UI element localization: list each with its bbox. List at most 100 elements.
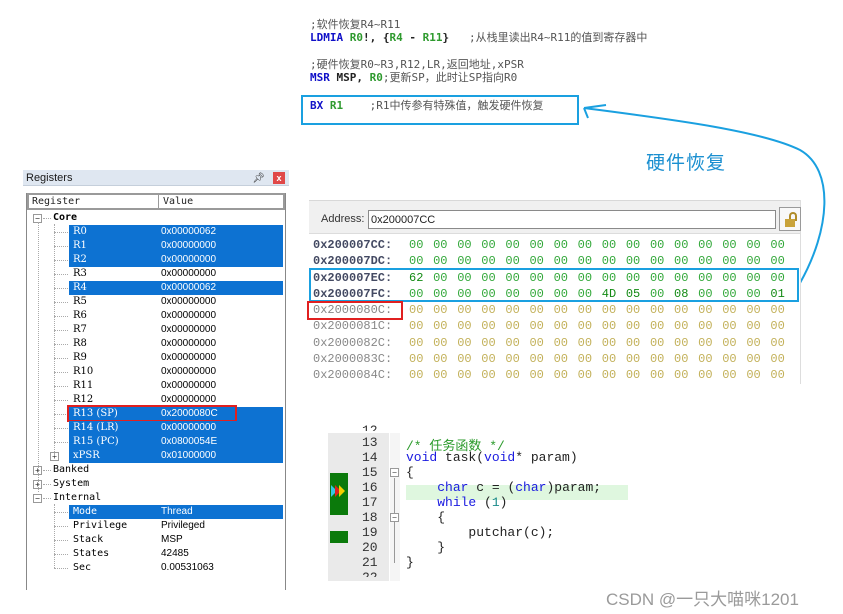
memory-byte[interactable]: 00 [722, 302, 746, 318]
memory-byte[interactable]: 00 [554, 237, 578, 253]
address-input[interactable] [368, 210, 776, 229]
register-value[interactable]: 0x00000000 [161, 421, 216, 435]
memory-byte[interactable]: 00 [650, 237, 674, 253]
code-line[interactable]: } [406, 540, 445, 555]
register-value[interactable]: 0x00000000 [161, 267, 216, 281]
memory-byte[interactable]: 00 [602, 351, 626, 367]
register-row[interactable]: Mode Thread [27, 505, 285, 519]
memory-byte[interactable]: 00 [578, 367, 602, 383]
fold-collapse-icon[interactable]: − [390, 513, 399, 522]
memory-byte[interactable]: 00 [770, 335, 794, 351]
memory-byte[interactable]: 00 [481, 318, 505, 334]
register-value[interactable]: 0x01000000 [161, 449, 216, 463]
memory-byte[interactable]: 00 [433, 351, 457, 367]
register-value[interactable]: Thread [161, 505, 193, 519]
code-line[interactable]: void task(void* param) [406, 450, 578, 465]
memory-byte[interactable]: 00 [626, 367, 650, 383]
memory-byte[interactable]: 00 [746, 318, 770, 334]
register-row[interactable]: R1 0x00000000 [27, 239, 285, 253]
memory-byte[interactable]: 00 [457, 318, 481, 334]
memory-byte[interactable]: 00 [578, 237, 602, 253]
memory-byte[interactable]: 00 [674, 351, 698, 367]
memory-byte[interactable]: 00 [722, 351, 746, 367]
memory-byte[interactable]: 00 [529, 367, 553, 383]
fold-collapse-icon[interactable]: − [390, 468, 399, 477]
code-line[interactable]: } [406, 555, 414, 570]
memory-byte[interactable]: 00 [481, 351, 505, 367]
memory-byte[interactable]: 00 [626, 302, 650, 318]
memory-byte[interactable]: 00 [722, 318, 746, 334]
pin-icon[interactable]: 📌︎ [252, 171, 265, 187]
memory-byte[interactable]: 00 [698, 335, 722, 351]
memory-byte[interactable]: 00 [409, 367, 433, 383]
register-row[interactable]: R11 0x00000000 [27, 379, 285, 393]
memory-byte[interactable]: 00 [626, 351, 650, 367]
register-row[interactable]: Sec 0.00531063 [27, 561, 285, 575]
memory-byte[interactable]: 00 [674, 335, 698, 351]
register-value[interactable]: 0x00000000 [161, 365, 216, 379]
memory-byte[interactable]: 00 [529, 351, 553, 367]
memory-byte[interactable]: 00 [505, 302, 529, 318]
memory-byte[interactable]: 00 [650, 367, 674, 383]
memory-byte[interactable]: 00 [457, 335, 481, 351]
memory-byte[interactable]: 00 [457, 351, 481, 367]
memory-byte[interactable]: 00 [602, 237, 626, 253]
memory-byte[interactable]: 00 [650, 351, 674, 367]
memory-byte[interactable]: 00 [409, 237, 433, 253]
register-row[interactable]: R0 0x00000062 [27, 225, 285, 239]
memory-byte[interactable]: 00 [433, 335, 457, 351]
code-line-current[interactable]: char c = (char)param; [406, 480, 601, 495]
memory-byte[interactable]: 00 [770, 318, 794, 334]
memory-byte[interactable]: 00 [433, 302, 457, 318]
column-value[interactable]: Value [159, 195, 283, 208]
memory-byte[interactable]: 00 [505, 237, 529, 253]
memory-byte[interactable]: 00 [578, 318, 602, 334]
register-group-core[interactable]: − Core [27, 211, 285, 225]
memory-byte[interactable]: 00 [481, 237, 505, 253]
memory-byte[interactable]: 00 [409, 351, 433, 367]
memory-byte[interactable]: 00 [722, 237, 746, 253]
memory-byte[interactable]: 00 [578, 335, 602, 351]
memory-byte[interactable]: 00 [674, 302, 698, 318]
register-value[interactable]: 0x00000000 [161, 337, 216, 351]
memory-byte[interactable]: 00 [457, 367, 481, 383]
memory-byte[interactable]: 00 [578, 302, 602, 318]
close-icon[interactable]: x [273, 172, 285, 184]
register-row[interactable]: + xPSR 0x01000000 [27, 449, 285, 463]
memory-byte[interactable]: 00 [578, 351, 602, 367]
memory-byte[interactable]: 00 [505, 335, 529, 351]
memory-byte[interactable]: 00 [698, 237, 722, 253]
memory-byte[interactable]: 00 [433, 318, 457, 334]
memory-byte[interactable]: 00 [457, 302, 481, 318]
register-value[interactable]: 0x00000000 [161, 239, 216, 253]
memory-byte[interactable]: 00 [746, 335, 770, 351]
register-value[interactable]: Privileged [161, 519, 205, 533]
register-row[interactable]: R4 0x00000062 [27, 281, 285, 295]
memory-byte[interactable]: 00 [770, 302, 794, 318]
memory-byte[interactable]: 00 [698, 318, 722, 334]
memory-byte[interactable]: 00 [674, 237, 698, 253]
memory-byte[interactable]: 00 [698, 302, 722, 318]
memory-byte[interactable]: 00 [433, 237, 457, 253]
register-group-banked[interactable]: + Banked [27, 463, 285, 477]
memory-byte[interactable]: 00 [554, 318, 578, 334]
register-value[interactable]: 0x00000000 [161, 309, 216, 323]
unlock-icon[interactable] [779, 207, 801, 231]
code-line[interactable]: while (1) [406, 495, 507, 510]
memory-byte[interactable]: 00 [554, 335, 578, 351]
register-value[interactable]: MSP [161, 533, 183, 547]
memory-byte[interactable]: 00 [481, 335, 505, 351]
memory-byte[interactable]: 00 [457, 237, 481, 253]
memory-byte[interactable]: 00 [481, 302, 505, 318]
memory-byte[interactable]: 00 [529, 302, 553, 318]
register-row[interactable]: R5 0x00000000 [27, 295, 285, 309]
memory-byte[interactable]: 00 [433, 367, 457, 383]
register-value[interactable]: 0x00000000 [161, 351, 216, 365]
memory-byte[interactable]: 00 [770, 367, 794, 383]
memory-byte[interactable]: 00 [409, 318, 433, 334]
register-row[interactable]: R9 0x00000000 [27, 351, 285, 365]
memory-byte[interactable]: 00 [650, 335, 674, 351]
memory-byte[interactable]: 00 [602, 318, 626, 334]
memory-byte[interactable]: 00 [746, 351, 770, 367]
memory-byte[interactable]: 00 [409, 335, 433, 351]
